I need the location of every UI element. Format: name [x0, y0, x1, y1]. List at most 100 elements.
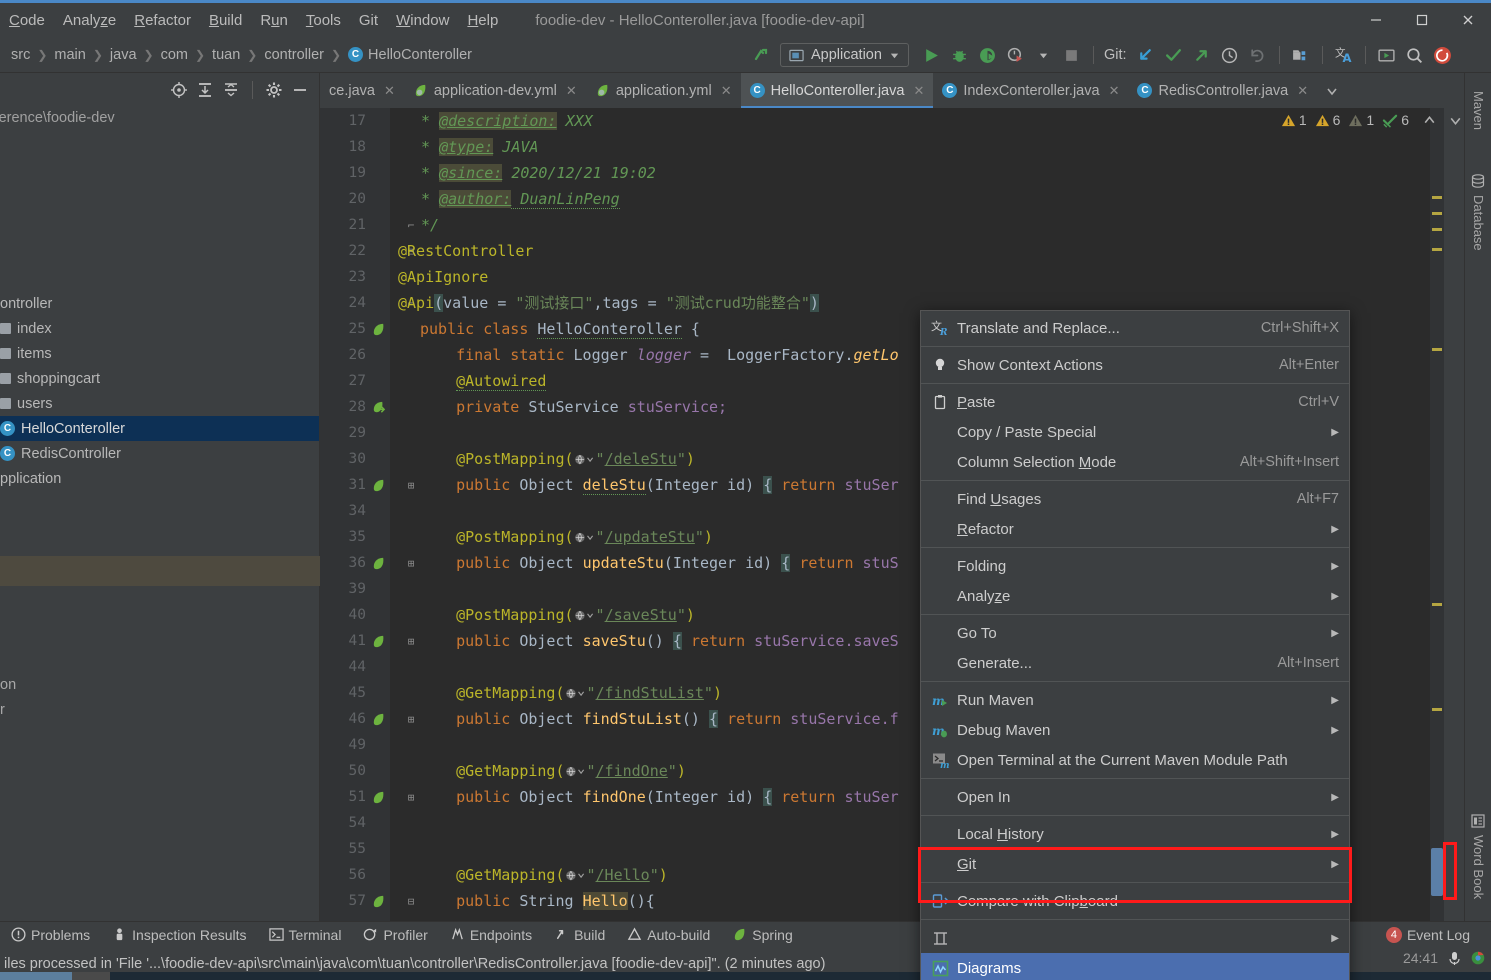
breadcrumb-java[interactable]: java [107, 47, 140, 63]
spring-endpoint-gutter-icon[interactable] [370, 628, 386, 654]
menu-item-find-usages[interactable]: Find Usages Alt+F7 [921, 484, 1349, 514]
editor-context-menu[interactable]: 文R Translate and Replace... Ctrl+Shift+X… [920, 310, 1350, 980]
tree-item-rediscontroller[interactable]: C RedisController [0, 441, 319, 466]
tree-item-application[interactable]: pplication [0, 466, 319, 491]
warning-marker[interactable] [1432, 196, 1442, 199]
tool-button-maven[interactable]: Maven [1471, 91, 1486, 130]
tool-button-event-log[interactable]: 4 Event Log [1375, 926, 1481, 943]
breadcrumb-main[interactable]: main [51, 47, 88, 63]
menu-item-translate-and-replace[interactable]: 文R Translate and Replace... Ctrl+Shift+X [921, 313, 1349, 343]
menu-analyze[interactable]: Analyze [54, 9, 125, 32]
menu-refactor[interactable]: Refactor [125, 9, 200, 32]
tab-rediscontroller-java[interactable]: C RedisController.java ✕ [1128, 73, 1317, 108]
tool-button-database[interactable]: Database [1471, 195, 1486, 251]
menu-git[interactable]: Git [350, 9, 387, 32]
expand-all-icon[interactable] [194, 79, 216, 101]
menu-item-analyze[interactable]: Analyze ▶ [921, 581, 1349, 611]
warning-marker[interactable] [1432, 228, 1442, 231]
menu-item-folding[interactable]: Folding ▶ [921, 551, 1349, 581]
menu-tools[interactable]: Tools [297, 9, 350, 32]
menu-item-debug-maven[interactable]: m Debug Maven ▶ [921, 715, 1349, 745]
tool-button-terminal[interactable]: Terminal [258, 927, 353, 943]
spring-bean-gutter-icon[interactable] [370, 316, 386, 342]
run-configuration-selector[interactable]: Application [780, 43, 909, 67]
tab-overflow-chevron-down-icon[interactable] [1317, 73, 1347, 108]
menu-help[interactable]: Help [458, 9, 507, 32]
breadcrumb-com[interactable]: com [158, 47, 191, 63]
notification-icon[interactable] [1430, 42, 1456, 68]
tool-button-word-book[interactable]: Word Book [1471, 835, 1486, 899]
run-button[interactable] [919, 42, 945, 68]
close-icon[interactable]: ✕ [721, 83, 732, 99]
status-message[interactable]: iles processed in 'File '...\foodie-dev-… [0, 956, 825, 972]
fold-expand-icon[interactable]: ⊞ [404, 628, 418, 654]
commit-icon[interactable] [1161, 42, 1187, 68]
taskbar-window-thumbnail[interactable] [0, 972, 72, 980]
rollback-icon[interactable] [1245, 42, 1271, 68]
lower-item-1[interactable]: r [0, 698, 16, 723]
stop-button[interactable] [1059, 42, 1085, 68]
fold-expand-icon[interactable]: ⊞ [404, 550, 418, 576]
update-project-icon[interactable] [1133, 42, 1159, 68]
editor-scrollbar-thumb[interactable] [1431, 848, 1443, 896]
tree-item-controller[interactable]: ontroller [0, 291, 319, 316]
settings-gear-icon[interactable] [263, 79, 285, 101]
spring-endpoint-gutter-icon[interactable] [370, 888, 386, 914]
tool-button-build[interactable]: Build [543, 927, 616, 943]
tab-application-dev-yml[interactable]: application-dev.yml ✕ [404, 73, 586, 108]
warning-marker[interactable] [1432, 212, 1442, 215]
fold-expand-icon[interactable]: ⊞ [404, 784, 418, 810]
tool-button-inspection-results[interactable]: Inspection Results [101, 927, 257, 943]
push-icon[interactable] [1189, 42, 1215, 68]
spring-autowire-gutter-icon[interactable] [370, 394, 386, 420]
tool-button-auto-build[interactable]: Auto-build [616, 927, 721, 943]
close-button[interactable] [1445, 3, 1491, 37]
tool-button-endpoints[interactable]: Endpoints [439, 927, 543, 943]
close-icon[interactable]: ✕ [384, 83, 395, 99]
presentation-icon[interactable] [1374, 42, 1400, 68]
run-with-coverage-button[interactable] [975, 42, 1001, 68]
menu-item-show-context-actions[interactable]: Show Context Actions Alt+Enter [921, 350, 1349, 380]
tab-ce-java[interactable]: ce.java ✕ [320, 73, 404, 108]
warning-marker[interactable] [1432, 708, 1442, 711]
spring-endpoint-gutter-icon[interactable] [370, 706, 386, 732]
debug-button[interactable] [947, 42, 973, 68]
close-icon[interactable]: ✕ [1109, 83, 1120, 99]
tab-helloconteroller-java[interactable]: C HelloConteroller.java ✕ [740, 73, 934, 108]
warning-marker[interactable] [1432, 248, 1442, 251]
tree-item-users[interactable]: users [0, 391, 319, 416]
build-icon[interactable] [748, 42, 774, 68]
history-icon[interactable] [1217, 42, 1243, 68]
fold-expand-icon[interactable]: ⊞ [404, 472, 418, 498]
warning-marker[interactable] [1432, 348, 1442, 351]
project-structure-icon[interactable] [1288, 42, 1314, 68]
menu-build[interactable]: Build [200, 9, 251, 32]
menu-window[interactable]: Window [387, 9, 458, 32]
inspection-widget[interactable]: 1 6 1 6 [1281, 112, 1463, 128]
tree-item-items[interactable]: items [0, 341, 319, 366]
close-icon[interactable]: ✕ [913, 83, 924, 99]
fold-expand-icon[interactable]: ⊞ [404, 706, 418, 732]
tree-item-shoppingcart[interactable]: shoppingcart [0, 366, 319, 391]
tab-indexconteroller-java[interactable]: C IndexConteroller.java ✕ [933, 73, 1128, 108]
spring-endpoint-gutter-icon[interactable] [370, 472, 386, 498]
menu-item-refactor[interactable]: Refactor ▶ [921, 514, 1349, 544]
maximize-button[interactable] [1399, 3, 1445, 37]
fold-collapse-icon[interactable]: ⊟ [404, 888, 418, 914]
menu-item-local-history[interactable]: Local History ▶ [921, 819, 1349, 849]
menu-item-column-selection-mode[interactable]: Column Selection Mode Alt+Shift+Insert [921, 447, 1349, 477]
collapse-all-icon[interactable] [220, 79, 242, 101]
tool-button-profiler[interactable]: Profiler [352, 927, 438, 943]
breadcrumb-src[interactable]: src [8, 47, 33, 63]
spring-endpoint-gutter-icon[interactable] [370, 550, 386, 576]
lower-item-0[interactable]: on [0, 673, 16, 698]
locate-icon[interactable] [168, 79, 190, 101]
warning-marker[interactable] [1432, 603, 1442, 606]
breadcrumb-tuan[interactable]: tuan [209, 47, 243, 63]
breadcrumb-controller[interactable]: controller [261, 47, 327, 63]
profiler-button[interactable] [1003, 42, 1029, 68]
menu-item-diagrams[interactable]: ▶ [921, 923, 1349, 953]
menu-item-copy-paste-special[interactable]: Copy / Paste Special ▶ [921, 417, 1349, 447]
chrome-status-icon[interactable] [1471, 951, 1485, 965]
editor-marker-column[interactable] [1430, 108, 1444, 921]
